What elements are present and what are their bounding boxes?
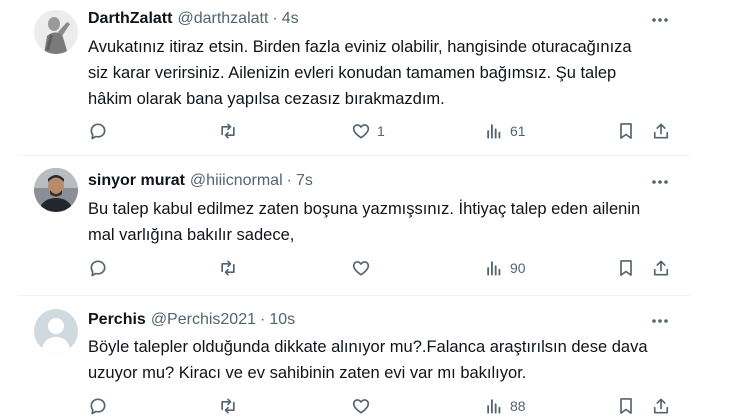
reply-button[interactable] (88, 119, 114, 143)
user-handle[interactable]: @Perchis2021 (151, 311, 256, 329)
like-count: 1 (377, 123, 385, 139)
views-chart-icon (487, 261, 501, 276)
like-button[interactable] (351, 394, 377, 418)
tweet-actions: 88 (0, 394, 730, 418)
statue-avatar-image (34, 10, 78, 54)
bookmark-icon (620, 398, 632, 414)
reply-button[interactable] (88, 394, 114, 418)
timestamp[interactable]: 4s (282, 10, 299, 28)
view-count: 90 (510, 260, 526, 276)
reply-icon (90, 398, 106, 415)
display-name[interactable]: Perchis (88, 311, 146, 329)
reply-button[interactable] (88, 256, 114, 280)
bookmark-icon (620, 260, 632, 276)
views-button[interactable]: 90 (484, 256, 526, 280)
tweet-text: Avukatınız itiraz etsin. Birden fazla ev… (88, 34, 688, 112)
view-count: 61 (510, 123, 526, 139)
tweet-text: Böyle talepler olduğunda dikkate alınıyo… (88, 334, 688, 386)
retweet-button[interactable] (218, 119, 244, 143)
avatar[interactable] (34, 168, 78, 212)
reply-icon (90, 123, 106, 140)
share-icon (653, 398, 669, 414)
tweet-text-line: siz karar verirsiniz. Ailenizin evleri k… (88, 64, 617, 82)
more-options-icon[interactable] (648, 172, 672, 192)
retweet-icon (221, 398, 235, 414)
separator: · (272, 10, 278, 27)
default-avatar-image (34, 309, 78, 353)
heart-icon (352, 399, 370, 414)
photo-avatar-image (34, 168, 78, 212)
timestamp[interactable]: 10s (269, 311, 295, 329)
share-icon (653, 260, 669, 276)
bookmark-button[interactable] (616, 256, 636, 280)
more-options-icon[interactable] (648, 10, 672, 30)
views-chart-icon (487, 399, 501, 414)
views-button[interactable]: 61 (484, 119, 526, 143)
like-button[interactable]: 1 (351, 119, 385, 143)
share-button[interactable] (651, 394, 671, 418)
retweet-icon (221, 260, 235, 276)
heart-icon (352, 261, 370, 276)
tweet-text: Bu talep kabul edilmez zaten boşuna yazm… (88, 196, 688, 248)
display-name[interactable]: sinyor murat (88, 172, 185, 190)
tweet-text-line: Böyle talepler olduğunda dikkate alınıyo… (88, 338, 648, 356)
avatar[interactable] (34, 10, 78, 54)
bookmark-button[interactable] (616, 394, 636, 418)
tweet[interactable]: Perchis @Perchis2021 · 10s Böyle taleple… (0, 296, 730, 420)
user-handle[interactable]: @hiiicnormal (190, 172, 283, 190)
reply-icon (90, 260, 106, 277)
tweet-actions: 1 61 (0, 119, 730, 143)
share-icon (653, 123, 669, 139)
view-count: 88 (510, 398, 526, 414)
separator: · (286, 172, 292, 189)
timestamp[interactable]: 7s (296, 172, 313, 190)
bookmark-button[interactable] (616, 119, 636, 143)
retweet-icon (221, 123, 235, 139)
display-name[interactable]: DarthZalatt (88, 10, 172, 28)
retweet-button[interactable] (218, 256, 244, 280)
bookmark-icon (620, 123, 632, 139)
share-button[interactable] (651, 119, 671, 143)
tweet[interactable]: sinyor murat @hiiicnormal · 7s Bu talep … (0, 156, 730, 295)
tweet[interactable]: DarthZalatt @darthzalatt · 4s Avukatınız… (0, 0, 730, 155)
tweet-text-line: hâkim olarak bana yapılsa cezasız bırakm… (88, 90, 445, 108)
views-chart-icon (487, 124, 501, 139)
tweet-text-line: mal varlığına bakılır sadece, (88, 226, 295, 244)
user-handle[interactable]: @darthzalatt (177, 10, 268, 28)
tweet-text-line: Avukatınız itiraz etsin. Birden fazla ev… (88, 38, 632, 56)
heart-icon (352, 124, 370, 139)
more-options-icon[interactable] (648, 311, 672, 331)
share-button[interactable] (651, 256, 671, 280)
views-button[interactable]: 88 (484, 394, 526, 418)
like-button[interactable] (351, 256, 377, 280)
tweet-actions: 90 (0, 256, 730, 280)
separator: · (260, 311, 266, 328)
retweet-button[interactable] (218, 394, 244, 418)
avatar[interactable] (34, 309, 78, 353)
tweet-text-line: uzuyor mu? Kiracı ve ev sahibinin zaten … (88, 364, 527, 382)
tweet-text-line: Bu talep kabul edilmez zaten boşuna yazm… (88, 200, 641, 218)
